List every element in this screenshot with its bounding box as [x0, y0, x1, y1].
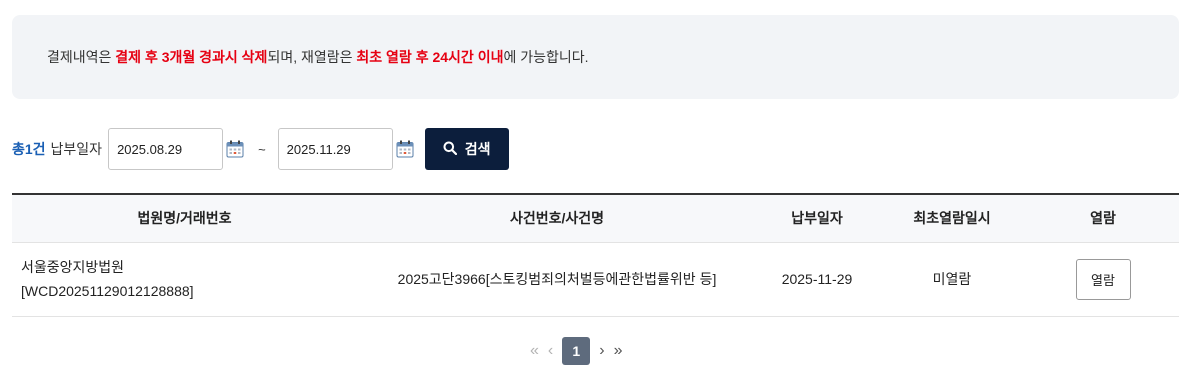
notice-box: 결제내역은 결제 후 3개월 경과시 삭제되며, 재열람은 최초 열람 후 24…	[12, 15, 1179, 99]
notice-highlight-review: 최초 열람 후 24시간 이내	[356, 49, 504, 65]
table-row: 서울중앙지방법원 [WCD20251129012128888] 2025고단39…	[12, 242, 1179, 317]
notice-text-part: 되며, 재열람은	[267, 49, 357, 65]
column-header-court: 법원명/거래번호	[12, 194, 357, 243]
calendar-icon[interactable]	[226, 140, 244, 158]
court-cell: 서울중앙지방법원 [WCD20251129012128888]	[12, 242, 357, 317]
prev-page-icon[interactable]: ‹	[548, 342, 553, 360]
column-header-pay-date: 납부일자	[757, 194, 877, 243]
search-button-label: 검색	[464, 141, 491, 157]
next-page-icon[interactable]: ›	[599, 342, 604, 360]
view-button[interactable]: 열람	[1075, 258, 1131, 300]
column-header-first-view: 최초열람일시	[877, 194, 1027, 243]
column-header-case: 사건번호/사건명	[357, 194, 757, 243]
page-number-current[interactable]: 1	[562, 337, 591, 365]
notice-text-part: 에 가능합니다.	[503, 49, 589, 65]
case-cell: 2025고단3966[스토킹범죄의처벌등에관한법률위반 등]	[357, 242, 757, 317]
table-header-row: 법원명/거래번호 사건번호/사건명 납부일자 최초열람일시 열람	[12, 194, 1179, 243]
transaction-number: [WCD20251129012128888]	[21, 283, 194, 299]
pay-date-cell: 2025-11-29	[757, 242, 877, 317]
last-page-icon[interactable]: »	[614, 342, 623, 360]
notice-text: 결제내역은 결제 후 3개월 경과시 삭제되며, 재열람은 최초 열람 후 24…	[47, 47, 589, 67]
first-page-icon[interactable]: «	[530, 342, 539, 360]
date-filter-label: 납부일자	[50, 141, 103, 157]
court-name: 서울중앙지방법원	[21, 259, 125, 275]
date-range-separator: ~	[258, 141, 266, 157]
total-count: 총1건	[12, 141, 46, 157]
search-button[interactable]: 검색	[424, 128, 509, 170]
end-date-input[interactable]	[277, 128, 393, 170]
pagination: « ‹ 1 › »	[530, 337, 622, 365]
search-bar: 총1건 납부일자 ~	[12, 128, 509, 170]
column-header-view: 열람	[1027, 194, 1179, 243]
first-view-cell: 미열람	[877, 242, 1027, 317]
notice-text-part: 결제내역은	[47, 49, 116, 65]
notice-highlight-deletion: 결제 후 3개월 경과시 삭제	[115, 49, 268, 65]
calendar-icon[interactable]	[396, 140, 414, 158]
search-icon	[443, 141, 457, 158]
view-cell: 열람	[1027, 242, 1179, 317]
payment-history-table: 법원명/거래번호 사건번호/사건명 납부일자 최초열람일시 열람 서울중앙지방법…	[12, 193, 1179, 317]
start-date-input[interactable]	[108, 128, 224, 170]
